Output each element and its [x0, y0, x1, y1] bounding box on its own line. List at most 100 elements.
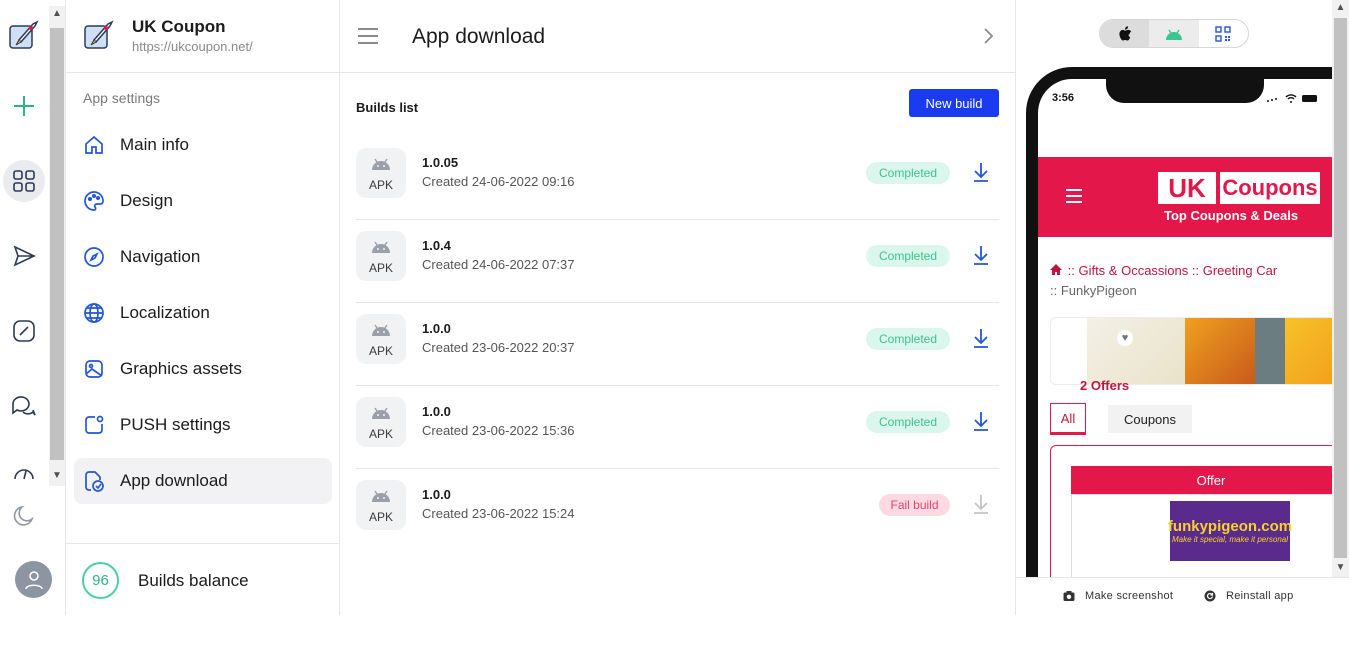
qr-code-tab[interactable]: [1199, 20, 1248, 47]
make-screenshot-button[interactable]: Make screenshot: [1063, 590, 1173, 602]
app-download-icon: [82, 469, 106, 493]
sidebar-item-design[interactable]: Design: [74, 178, 332, 224]
filter-all-tab[interactable]: All: [1050, 403, 1086, 435]
sidebar-item-label: Localization: [120, 303, 210, 322]
add-icon[interactable]: [4, 86, 44, 126]
home-icon: [82, 133, 106, 157]
main-content: App download Builds list New build APK 1…: [340, 0, 1016, 615]
reinstall-app-button[interactable]: Reinstall app: [1204, 590, 1294, 602]
apps-grid-icon[interactable]: [3, 160, 45, 202]
android-icon: [1165, 29, 1182, 40]
home-icon[interactable]: [1050, 261, 1064, 281]
apple-icon: [1119, 25, 1131, 40]
build-created: Created 24-06-2022 07:37: [422, 257, 575, 272]
status-bar-icons: [1267, 94, 1317, 103]
download-icon[interactable]: [972, 410, 990, 432]
app-header: UK Coupon https://ukcoupon.net/: [66, 0, 340, 73]
hamburger-menu-icon[interactable]: [358, 28, 378, 44]
scrollbar-thumb[interactable]: [50, 28, 64, 460]
new-build-button[interactable]: New build: [909, 89, 999, 117]
download-icon[interactable]: [972, 161, 990, 183]
phone-notch: [1106, 79, 1264, 103]
rocket-logo-icon[interactable]: [4, 15, 44, 55]
uk-coupons-logo[interactable]: UK Coupons Top Coupons & Deals: [1154, 170, 1320, 226]
dark-mode-moon-icon[interactable]: [4, 496, 44, 536]
breadcrumb: :: Gifts & Occassions :: Greeting Car ::…: [1050, 261, 1346, 301]
user-icon: [24, 570, 43, 589]
android-icon: [372, 490, 390, 502]
build-created: Created 24-06-2022 09:16: [422, 174, 575, 189]
build-row: APK 1.0.0 Created 23-06-2022 20:37 Compl…: [356, 303, 999, 386]
offer-label: Offer: [1071, 466, 1346, 494]
sidebar-item-localization[interactable]: Localization: [74, 290, 332, 336]
sidebar-item-label: Navigation: [120, 247, 201, 266]
scrollbar-thumb[interactable]: [1334, 18, 1347, 558]
app-logo-icon: [82, 18, 116, 52]
filter-coupons-tab[interactable]: Coupons: [1108, 405, 1192, 433]
gauge-icon[interactable]: [4, 462, 44, 484]
image-icon: [82, 357, 106, 381]
build-version: 1.0.0: [422, 487, 451, 502]
build-created: Created 23-06-2022 20:37: [422, 340, 575, 355]
sidebar-item-app-download[interactable]: App download: [74, 458, 332, 504]
reinstall-icon: [1204, 590, 1216, 602]
scroll-down-arrow-icon[interactable]: ▼: [51, 470, 63, 482]
app-url[interactable]: https://ukcoupon.net/: [132, 39, 253, 54]
offers-count: 2 Offers: [1080, 378, 1130, 393]
sidebar-item-label: Design: [120, 191, 173, 210]
palette-icon: [82, 189, 106, 213]
sidebar-item-main-info[interactable]: Main info: [74, 122, 332, 168]
download-disabled-icon: [972, 493, 990, 515]
offer-card[interactable]: Offer funkypigeon.com Make it special, m…: [1050, 445, 1346, 587]
preview-scrollbar[interactable]: ▲ ▼: [1332, 0, 1349, 577]
build-type: APK: [368, 178, 393, 192]
build-version: 1.0.05: [422, 155, 459, 170]
heart-icon[interactable]: ♥: [1117, 330, 1133, 346]
chat-icon[interactable]: [4, 386, 44, 426]
breadcrumb-funkypigeon: :: FunkyPigeon: [1050, 283, 1137, 298]
compass-icon: [82, 245, 106, 269]
android-tab[interactable]: [1149, 20, 1199, 47]
builds-balance: 96 Builds balance: [66, 543, 340, 615]
user-avatar[interactable]: [15, 561, 52, 598]
site-header: UK Coupons Top Coupons & Deals: [1038, 157, 1346, 237]
build-type: APK: [368, 510, 393, 524]
sidebar-item-navigation[interactable]: Navigation: [74, 234, 332, 280]
sidebar-item-push-settings[interactable]: PUSH settings: [74, 402, 332, 448]
ios-tab[interactable]: [1100, 20, 1150, 47]
scroll-up-arrow-icon[interactable]: ▲: [1335, 2, 1346, 13]
sidebar-item-label: App download: [120, 471, 228, 490]
download-icon[interactable]: [972, 244, 990, 266]
page-title: App download: [412, 25, 546, 48]
link-icon[interactable]: [4, 311, 44, 351]
funkypigeon-tagline: Make it special, make it personal: [1171, 535, 1289, 544]
breadcrumb-gifts[interactable]: :: Gifts & Occassions: [1068, 263, 1189, 278]
send-icon[interactable]: [4, 236, 44, 276]
status-badge: Completed: [866, 328, 950, 350]
build-created: Created 23-06-2022 15:24: [422, 506, 575, 521]
download-icon[interactable]: [972, 327, 990, 349]
apk-badge: APK: [356, 314, 406, 364]
build-version: 1.0.4: [422, 238, 451, 253]
sidebar-item-graphics-assets[interactable]: Graphics assets: [74, 346, 332, 392]
android-icon: [372, 158, 390, 170]
logo-uk-text: UK: [1158, 172, 1216, 204]
site-menu-icon[interactable]: [1066, 189, 1082, 203]
apk-badge: APK: [356, 231, 406, 281]
funkypigeon-logo: funkypigeon.com Make it special, make it…: [1167, 501, 1293, 561]
status-badge: Fail build: [879, 494, 950, 516]
balance-label: Builds balance: [138, 571, 249, 590]
make-screenshot-label: Make screenshot: [1085, 590, 1174, 602]
funkypigeon-logo-text: funkypigeon.com: [1167, 518, 1293, 535]
breadcrumb-greeting-cards[interactable]: :: Greeting Car: [1192, 263, 1277, 278]
scroll-down-arrow-icon[interactable]: ▼: [1335, 562, 1346, 573]
chevron-right-icon[interactable]: [978, 24, 998, 48]
apk-badge: APK: [356, 397, 406, 447]
main-header: App download: [340, 0, 1016, 73]
build-row: APK 1.0.05 Created 24-06-2022 09:16 Comp…: [356, 137, 999, 220]
scroll-up-arrow-icon[interactable]: ▲: [51, 8, 63, 20]
globe-icon: [82, 301, 106, 325]
store-banner-image[interactable]: ♥: [1050, 317, 1346, 385]
sidebar-item-label: Main info: [120, 135, 189, 154]
rail-scrollbar[interactable]: ▲ ▼: [49, 6, 65, 486]
